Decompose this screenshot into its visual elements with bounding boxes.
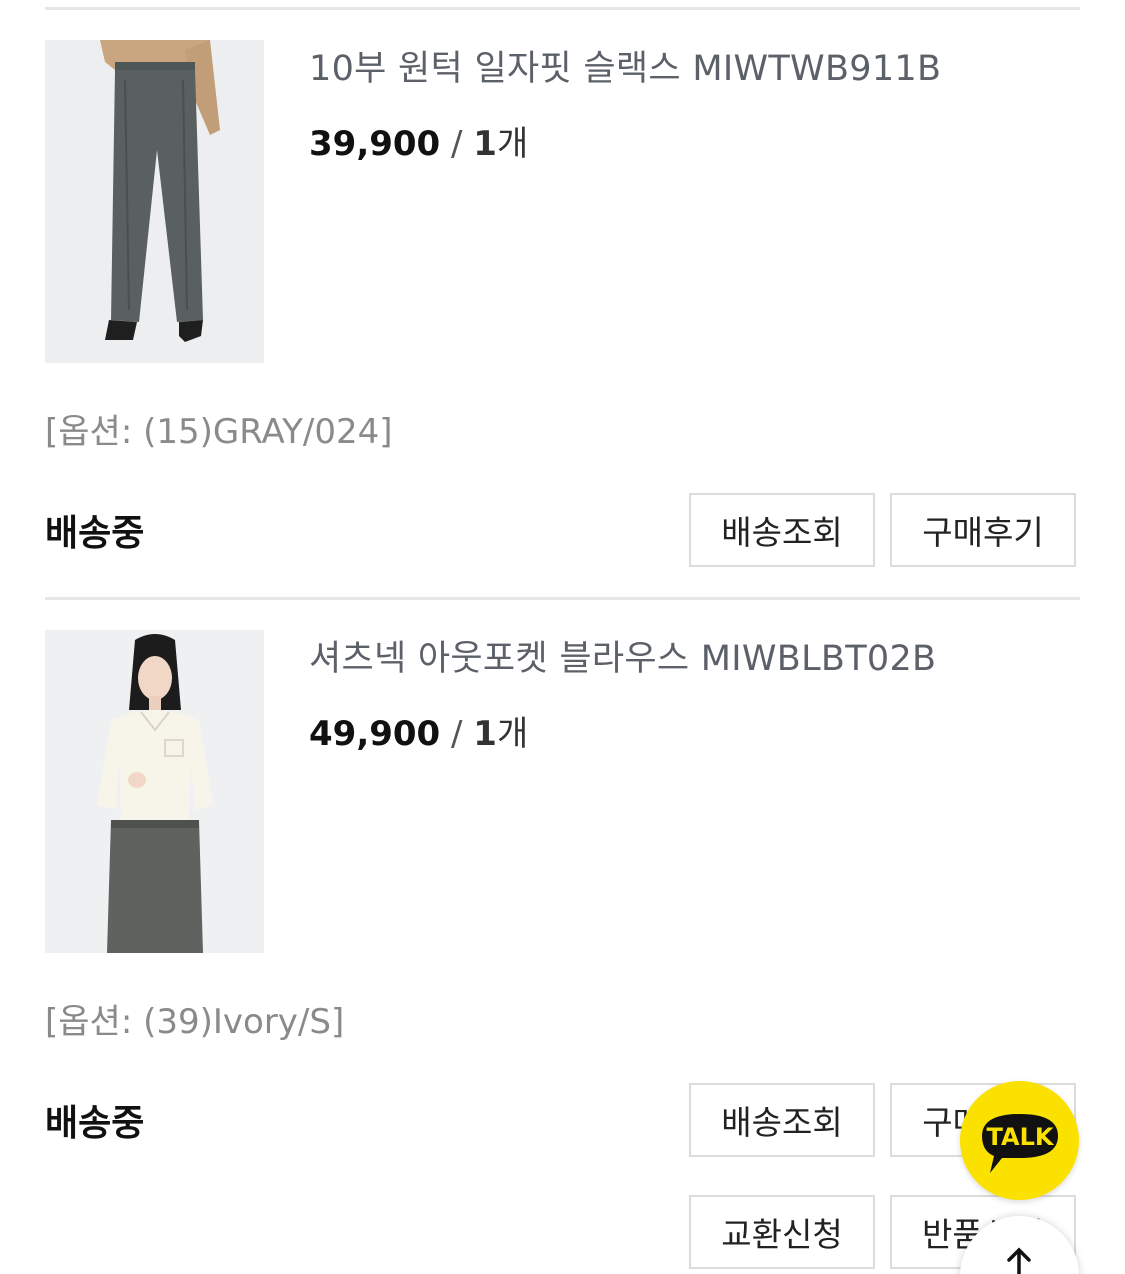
product-option: [옵션: (39)Ivory/S] <box>45 1002 345 1042</box>
product-name[interactable]: 10부 원턱 일자핏 슬랙스 MIWTWB911B <box>309 40 941 91</box>
delivery-status: 배송중 <box>45 1103 145 1144</box>
price-separator: / <box>451 124 474 164</box>
track-delivery-button[interactable]: 배송조회 <box>689 1083 875 1157</box>
quantity-number: 1 <box>473 714 497 754</box>
quantity-number: 1 <box>473 124 497 164</box>
product-option: [옵션: (15)GRAY/024] <box>45 412 393 452</box>
product-quantity: 1개 <box>473 124 528 164</box>
product-price: 39,900 <box>309 124 441 164</box>
delivery-status: 배송중 <box>45 513 145 554</box>
product-price: 49,900 <box>309 714 441 754</box>
price-quantity: 49,900 / 1개 <box>309 706 528 755</box>
quantity-unit: 개 <box>496 124 529 164</box>
talk-bubble-icon: TALK <box>982 1114 1058 1173</box>
track-delivery-button[interactable]: 배송조회 <box>689 493 875 567</box>
quantity-unit: 개 <box>496 714 529 754</box>
price-separator: / <box>451 714 474 754</box>
product-quantity: 1개 <box>473 714 528 754</box>
order-list-page: 10부 원턱 일자핏 슬랙스 MIWTWB911B 39,900 / 1개 [옵… <box>0 0 1125 1274</box>
arrow-up-icon <box>1007 1247 1031 1274</box>
kakao-talk-button[interactable]: TALK <box>960 1081 1079 1200</box>
product-name[interactable]: 셔츠넥 아웃포켓 블라우스 MIWBLBT02B <box>309 630 936 681</box>
slacks-product-image <box>45 40 264 363</box>
blouse-product-image <box>45 630 264 953</box>
price-quantity: 39,900 / 1개 <box>309 116 528 165</box>
write-review-button[interactable]: 구매후기 <box>890 493 1076 567</box>
item-divider <box>45 7 1080 10</box>
item-divider <box>45 597 1080 600</box>
product-thumbnail[interactable] <box>45 630 264 953</box>
talk-label: TALK <box>987 1123 1055 1151</box>
product-thumbnail[interactable] <box>45 40 264 363</box>
exchange-request-button[interactable]: 교환신청 <box>689 1195 875 1269</box>
